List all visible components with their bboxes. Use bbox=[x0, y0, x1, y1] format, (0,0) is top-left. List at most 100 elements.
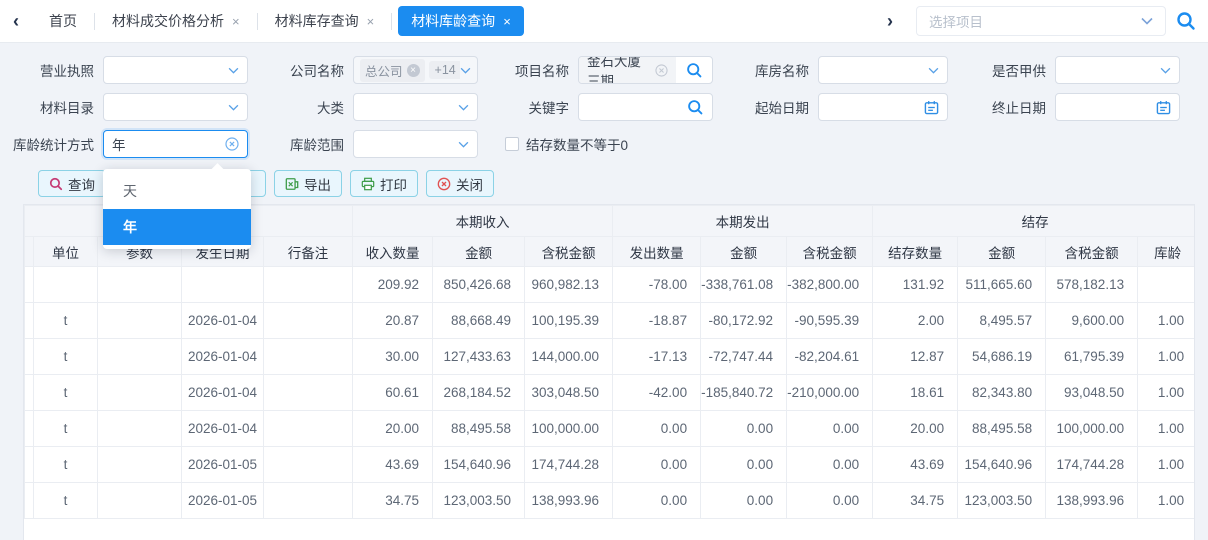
table-cell[interactable]: 20.00 bbox=[873, 411, 958, 447]
table-cell[interactable]: t bbox=[34, 339, 98, 375]
keyword-search-icon[interactable] bbox=[687, 99, 704, 116]
table-cell[interactable]: 2026-01-04 bbox=[182, 375, 264, 411]
table-cell[interactable]: 34.75 bbox=[873, 483, 958, 519]
table-cell[interactable]: 303,048.50 bbox=[525, 375, 613, 411]
table-cell[interactable]: 154,640.96 bbox=[958, 447, 1046, 483]
table-cell[interactable]: 88,668.49 bbox=[433, 303, 525, 339]
table-cell[interactable]: 1.00 bbox=[1138, 375, 1195, 411]
table-cell[interactable]: 43.69 bbox=[873, 447, 958, 483]
table-cell[interactable]: -338,761.08 bbox=[701, 267, 787, 303]
table-cell[interactable]: 61,795.39 bbox=[1046, 339, 1138, 375]
table-cell[interactable]: 123,003.50 bbox=[958, 483, 1046, 519]
table-cell[interactable]: 30.00 bbox=[353, 339, 433, 375]
table-cell[interactable]: 138,993.96 bbox=[525, 483, 613, 519]
table-cell[interactable]: 54,686.19 bbox=[958, 339, 1046, 375]
table-row[interactable]: t 2026-01-04 60.61268,184.52303,048.50-42.… bbox=[25, 375, 1196, 411]
table-cell[interactable]: 8,495.57 bbox=[958, 303, 1046, 339]
dropdown-option[interactable]: 年 bbox=[103, 209, 251, 245]
table-cell[interactable]: 9,600.00 bbox=[1046, 303, 1138, 339]
table-cell[interactable]: 100,000.00 bbox=[1046, 411, 1138, 447]
table-cell[interactable]: 0.00 bbox=[613, 447, 701, 483]
table-cell[interactable]: 511,665.60 bbox=[958, 267, 1046, 303]
owner-supplied-select[interactable] bbox=[1055, 56, 1180, 84]
table-cell[interactable]: 2026-01-04 bbox=[182, 411, 264, 447]
table-row[interactable]: t2026-01-0420.0088,495.58100,000.000.000… bbox=[25, 411, 1196, 447]
table-cell[interactable] bbox=[264, 411, 353, 447]
table-cell[interactable]: 127,433.63 bbox=[433, 339, 525, 375]
table-cell[interactable] bbox=[264, 303, 353, 339]
table-cell[interactable]: 60.61 bbox=[353, 375, 433, 411]
table-cell[interactable]: t bbox=[34, 375, 98, 411]
table-cell[interactable]: 0.00 bbox=[701, 411, 787, 447]
table-cell[interactable]: 144,000.00 bbox=[525, 339, 613, 375]
table-cell[interactable]: 174,744.28 bbox=[525, 447, 613, 483]
table-cell[interactable] bbox=[98, 339, 182, 375]
table-cell[interactable]: 1.00 bbox=[1138, 339, 1195, 375]
export-button[interactable]: 导出 bbox=[274, 170, 342, 197]
table-row[interactable]: t2026-01-0420.8788,668.49100,195.39-18.8… bbox=[25, 303, 1196, 339]
table-cell[interactable]: -382,800.00 bbox=[787, 267, 873, 303]
table-cell[interactable] bbox=[98, 267, 182, 303]
table-cell[interactable] bbox=[98, 483, 182, 519]
clear-icon[interactable] bbox=[225, 137, 239, 151]
nonzero-balance-checkbox[interactable]: 结存数量不等于0 bbox=[505, 134, 628, 154]
table-cell[interactable] bbox=[264, 447, 353, 483]
table-cell[interactable] bbox=[182, 267, 264, 303]
table-cell[interactable]: t bbox=[34, 447, 98, 483]
table-row[interactable]: t2026-01-0543.69154,640.96174,744.280.00… bbox=[25, 447, 1196, 483]
table-cell[interactable]: 1.00 bbox=[1138, 447, 1195, 483]
remove-tag-icon[interactable]: × bbox=[407, 64, 420, 77]
table-cell[interactable]: 2026-01-05 bbox=[182, 483, 264, 519]
table-cell[interactable]: -185,840.72 bbox=[701, 375, 787, 411]
material-catalog-select[interactable] bbox=[103, 93, 248, 121]
table-cell[interactable]: 2026-01-04 bbox=[182, 339, 264, 375]
table-cell[interactable]: -82,204.61 bbox=[787, 339, 873, 375]
table-cell[interactable] bbox=[98, 411, 182, 447]
table-cell[interactable] bbox=[264, 339, 353, 375]
company-name-select[interactable]: 总公司 × +14 bbox=[353, 56, 478, 84]
dropdown-option[interactable]: 天 bbox=[103, 173, 251, 209]
table-cell[interactable]: 578,182.13 bbox=[1046, 267, 1138, 303]
aging-method-select[interactable]: 年 bbox=[103, 130, 248, 158]
table-cell[interactable]: 2026-01-05 bbox=[182, 447, 264, 483]
table-cell[interactable]: -42.00 bbox=[613, 375, 701, 411]
table-cell[interactable]: -90,595.39 bbox=[787, 303, 873, 339]
table-cell[interactable]: 268,184.52 bbox=[433, 375, 525, 411]
table-cell[interactable] bbox=[264, 483, 353, 519]
table-cell[interactable]: 174,744.28 bbox=[1046, 447, 1138, 483]
table-cell[interactable]: 18.61 bbox=[873, 375, 958, 411]
table-cell[interactable]: 138,993.96 bbox=[1046, 483, 1138, 519]
tab-material-price-analysis[interactable]: 材料成交价格分析 × bbox=[95, 0, 257, 42]
project-select[interactable]: 选择项目 bbox=[916, 6, 1166, 36]
table-cell[interactable]: 34.75 bbox=[353, 483, 433, 519]
checkbox-icon[interactable] bbox=[505, 137, 519, 151]
tab-material-stock-query[interactable]: 材料库存查询 × bbox=[258, 0, 392, 42]
table-cell[interactable]: 0.00 bbox=[787, 447, 873, 483]
table-cell[interactable]: 93,048.50 bbox=[1046, 375, 1138, 411]
clear-icon[interactable] bbox=[655, 64, 668, 77]
table-cell[interactable]: -78.00 bbox=[613, 267, 701, 303]
table-cell[interactable]: 0.00 bbox=[701, 483, 787, 519]
close-tab-icon[interactable]: × bbox=[367, 14, 375, 29]
table-row[interactable]: t2026-01-0430.00127,433.63144,000.00-17.… bbox=[25, 339, 1196, 375]
tabs-scroll-left-icon[interactable]: ‹ bbox=[0, 0, 32, 42]
table-cell[interactable]: 12.87 bbox=[873, 339, 958, 375]
warehouse-name-select[interactable] bbox=[818, 56, 948, 84]
table-cell[interactable] bbox=[264, 375, 353, 411]
search-icon[interactable] bbox=[1166, 11, 1208, 31]
tabs-scroll-right-icon[interactable]: › bbox=[874, 0, 906, 42]
print-button[interactable]: 打印 bbox=[350, 170, 418, 197]
table-cell[interactable]: 100,000.00 bbox=[525, 411, 613, 447]
query-button[interactable]: 查询 bbox=[38, 170, 106, 197]
table-cell[interactable] bbox=[34, 267, 98, 303]
table-cell[interactable] bbox=[98, 375, 182, 411]
table-cell[interactable]: -18.87 bbox=[613, 303, 701, 339]
table-row[interactable]: t2026-01-0534.75123,003.50138,993.960.00… bbox=[25, 483, 1196, 519]
business-license-select[interactable] bbox=[103, 56, 248, 84]
table-cell[interactable]: t bbox=[34, 303, 98, 339]
table-cell[interactable]: 850,426.68 bbox=[433, 267, 525, 303]
close-button[interactable]: 关闭 bbox=[426, 170, 494, 197]
table-cell[interactable]: 88,495.58 bbox=[433, 411, 525, 447]
table-cell[interactable]: 0.00 bbox=[787, 411, 873, 447]
table-cell[interactable]: -210,000.00 bbox=[787, 375, 873, 411]
